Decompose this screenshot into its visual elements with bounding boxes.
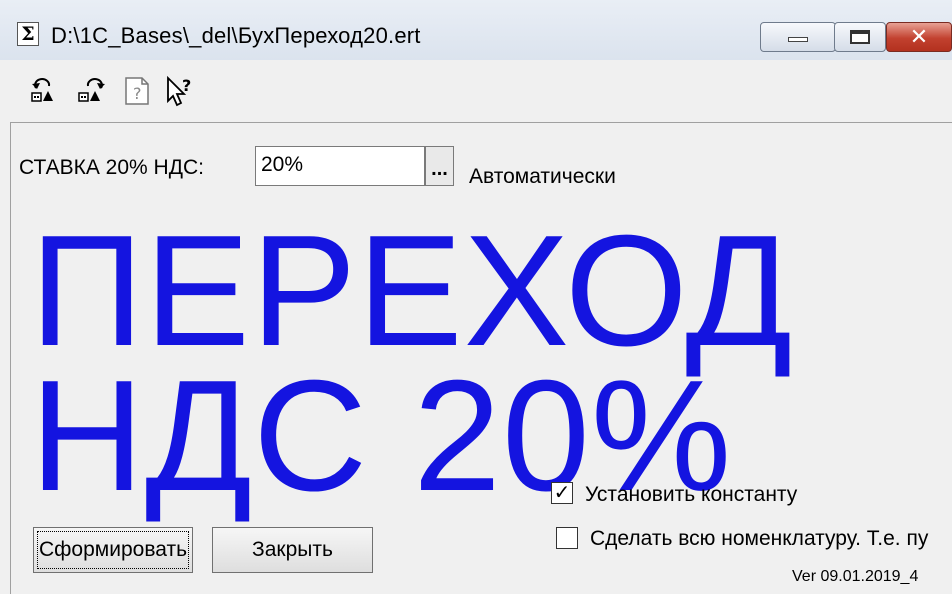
all-nomenclature-label[interactable]: Сделать всю номенклатуру. Т.е. пу: [590, 527, 938, 551]
svg-text:?: ?: [133, 84, 142, 103]
title-bar[interactable]: Σ D:\1C_Bases\_del\БухПереход20.ert ✕: [0, 0, 952, 60]
minimize-button[interactable]: [760, 22, 836, 52]
help-document-button[interactable]: ?: [120, 75, 156, 107]
close-button[interactable]: Закрыть: [212, 527, 373, 573]
maximize-button[interactable]: [834, 22, 886, 52]
vat-rate-field[interactable]: 20%: [255, 146, 425, 186]
all-nomenclature-checkbox[interactable]: [556, 527, 578, 549]
context-help-button[interactable]: ?: [162, 75, 198, 107]
headline-line-1: ПЕРЕХОД: [30, 203, 794, 379]
help-document-icon: ?: [125, 77, 149, 105]
toolbar: ? ?: [0, 60, 952, 120]
close-window-button[interactable]: ✕: [886, 22, 952, 52]
redo-button[interactable]: [74, 75, 110, 107]
version-label: Ver 09.01.2019_4: [792, 568, 919, 585]
maximize-icon: [850, 30, 870, 44]
vat-rate-select-button[interactable]: ...: [425, 146, 454, 186]
window-title: D:\1C_Bases\_del\БухПереход20.ert: [51, 23, 421, 48]
generate-button[interactable]: Сформировать: [33, 527, 193, 573]
set-constant-label[interactable]: Установить константу: [585, 483, 797, 507]
context-help-pointer-icon: ?: [167, 75, 191, 107]
sigma-icon[interactable]: Σ: [17, 22, 39, 46]
redo-icon: [78, 78, 105, 102]
set-constant-checkbox[interactable]: ✓: [551, 482, 573, 504]
minimize-icon: [788, 37, 808, 42]
report-window: Σ D:\1C_Bases\_del\БухПереход20.ert ✕ ? …: [0, 0, 952, 594]
auto-label: Автоматически: [469, 165, 616, 188]
close-icon: ✕: [909, 24, 929, 49]
undo-button[interactable]: [27, 75, 63, 107]
svg-text:?: ?: [182, 76, 191, 95]
checkmark-icon: ✓: [553, 482, 571, 504]
vat-rate-label: СТАВКА 20% НДС:: [19, 156, 204, 179]
undo-icon: [31, 78, 53, 102]
